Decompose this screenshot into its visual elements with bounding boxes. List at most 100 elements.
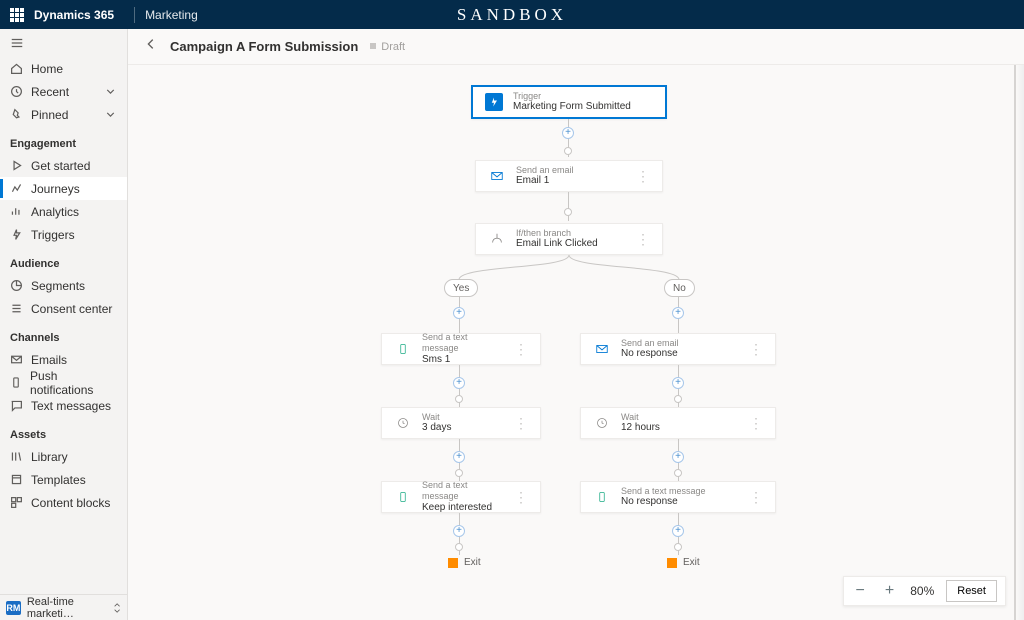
- journey-canvas[interactable]: TriggerMarketing Form Submitted + Send a…: [128, 65, 1024, 620]
- list-icon: [10, 302, 23, 315]
- label: Consent center: [31, 302, 112, 316]
- card-more-icon[interactable]: ⋮: [749, 490, 763, 504]
- clock-icon: [10, 85, 23, 98]
- node-kind: Send an email: [516, 165, 574, 176]
- sidebar-item-segments[interactable]: Segments: [0, 274, 127, 297]
- label: Triggers: [31, 228, 75, 242]
- sidebar-item-templates[interactable]: Templates: [0, 468, 127, 491]
- node-value: No response: [621, 348, 679, 360]
- exit-label: Exit: [683, 557, 700, 568]
- left-sidebar: Home Recent Pinned Engagement Get starte…: [0, 29, 128, 620]
- area-switcher[interactable]: RM Real-time marketi…: [0, 594, 127, 620]
- node-value: Keep interested: [422, 502, 504, 514]
- waffle-icon[interactable]: [10, 8, 24, 22]
- zoom-out-button[interactable]: −: [852, 582, 869, 600]
- page-title: Campaign A Form Submission: [170, 39, 358, 54]
- card-more-icon[interactable]: ⋮: [514, 342, 528, 356]
- sidebar-item-triggers[interactable]: Triggers: [0, 223, 127, 246]
- node-kind: Wait: [422, 412, 451, 423]
- sidebar-item-journeys[interactable]: Journeys: [0, 177, 127, 200]
- connector: [568, 192, 569, 221]
- blocks-icon: [10, 496, 23, 509]
- zoom-toolbar: − + 80% Reset: [843, 576, 1006, 606]
- sidebar-item-pinned[interactable]: Pinned: [0, 103, 127, 126]
- home-icon: [10, 62, 23, 75]
- label: Push notifications: [30, 369, 117, 397]
- pin-icon: [10, 108, 23, 121]
- zoom-in-button[interactable]: +: [881, 582, 898, 600]
- label: Get started: [31, 159, 90, 173]
- node-kind: Send an email: [621, 338, 679, 349]
- chat-icon: [10, 399, 23, 412]
- mail-icon: [488, 167, 506, 185]
- connector-dot: [455, 395, 463, 403]
- branch-yes-pill[interactable]: Yes: [444, 279, 478, 297]
- analytics-icon: [10, 205, 23, 218]
- updown-icon: [113, 602, 121, 614]
- node-email2[interactable]: Send an emailNo response ⋮: [580, 333, 776, 365]
- branch-no-pill[interactable]: No: [664, 279, 695, 297]
- add-step-button[interactable]: +: [672, 525, 684, 537]
- sidebar-item-getstarted[interactable]: Get started: [0, 154, 127, 177]
- template-icon: [10, 473, 23, 486]
- label: Audience: [10, 258, 60, 270]
- sidebar-item-contentblocks[interactable]: Content blocks: [0, 491, 127, 514]
- exit-icon: [667, 558, 677, 568]
- clock-icon: [394, 414, 412, 432]
- label: Content blocks: [31, 496, 110, 510]
- connector-dot: [674, 395, 682, 403]
- sidebar-item-texts[interactable]: Text messages: [0, 394, 127, 417]
- sidebar-section-channels: Channels: [0, 320, 127, 348]
- card-more-icon[interactable]: ⋮: [749, 416, 763, 430]
- add-step-button[interactable]: +: [453, 377, 465, 389]
- node-trigger[interactable]: TriggerMarketing Form Submitted: [471, 85, 667, 119]
- main-panel: Campaign A Form Submission Draft Trigger…: [128, 29, 1024, 620]
- sidebar-item-recent[interactable]: Recent: [0, 80, 127, 103]
- mail-icon: [10, 353, 23, 366]
- node-email1[interactable]: Send an emailEmail 1 ⋮: [475, 160, 663, 192]
- add-step-button[interactable]: +: [453, 451, 465, 463]
- product-name: Dynamics 365: [34, 8, 114, 22]
- page-header: Campaign A Form Submission Draft: [128, 29, 1024, 65]
- add-step-button[interactable]: +: [672, 451, 684, 463]
- node-sms3[interactable]: Send a text messageNo response ⋮: [580, 481, 776, 513]
- node-value: No response: [621, 496, 706, 508]
- card-more-icon[interactable]: ⋮: [636, 232, 650, 246]
- sidebar-item-push[interactable]: Push notifications: [0, 371, 127, 394]
- collapse-sidebar-button[interactable]: [0, 29, 127, 57]
- node-sms1[interactable]: Send a text messageSms 1 ⋮: [381, 333, 541, 365]
- back-button[interactable]: [144, 37, 158, 56]
- node-wait-left[interactable]: Wait3 days ⋮: [381, 407, 541, 439]
- add-step-button[interactable]: +: [672, 307, 684, 319]
- node-branch[interactable]: If/then branchEmail Link Clicked ⋮: [475, 223, 663, 255]
- label: Engagement: [10, 138, 76, 150]
- sidebar-item-library[interactable]: Library: [0, 445, 127, 468]
- exit-icon: [448, 558, 458, 568]
- add-step-button[interactable]: +: [453, 525, 465, 537]
- connector-dot: [564, 208, 572, 216]
- sidebar-item-home[interactable]: Home: [0, 57, 127, 80]
- node-kind: Send a text message: [422, 480, 504, 502]
- node-value: Marketing Form Submitted: [513, 101, 631, 113]
- sidebar-item-consent[interactable]: Consent center: [0, 297, 127, 320]
- label: Journeys: [31, 182, 80, 196]
- sms-icon: [394, 340, 412, 358]
- card-more-icon[interactable]: ⋮: [514, 416, 528, 430]
- global-topbar: Dynamics 365 Marketing SANDBOX: [0, 0, 1024, 29]
- zoom-reset-button[interactable]: Reset: [946, 580, 997, 602]
- node-sms2[interactable]: Send a text messageKeep interested ⋮: [381, 481, 541, 513]
- chevron-down-icon: [104, 108, 117, 121]
- card-more-icon[interactable]: ⋮: [636, 169, 650, 183]
- card-more-icon[interactable]: ⋮: [514, 490, 528, 504]
- environment-badge: SANDBOX: [457, 5, 567, 25]
- clock-icon: [593, 414, 611, 432]
- label: Templates: [31, 473, 86, 487]
- sidebar-item-analytics[interactable]: Analytics: [0, 200, 127, 223]
- add-step-button[interactable]: +: [562, 127, 574, 139]
- card-more-icon[interactable]: ⋮: [749, 342, 763, 356]
- bolt-icon: [485, 93, 503, 111]
- node-wait-right[interactable]: Wait12 hours ⋮: [580, 407, 776, 439]
- add-step-button[interactable]: +: [672, 377, 684, 389]
- label: Emails: [31, 353, 67, 367]
- add-step-button[interactable]: +: [453, 307, 465, 319]
